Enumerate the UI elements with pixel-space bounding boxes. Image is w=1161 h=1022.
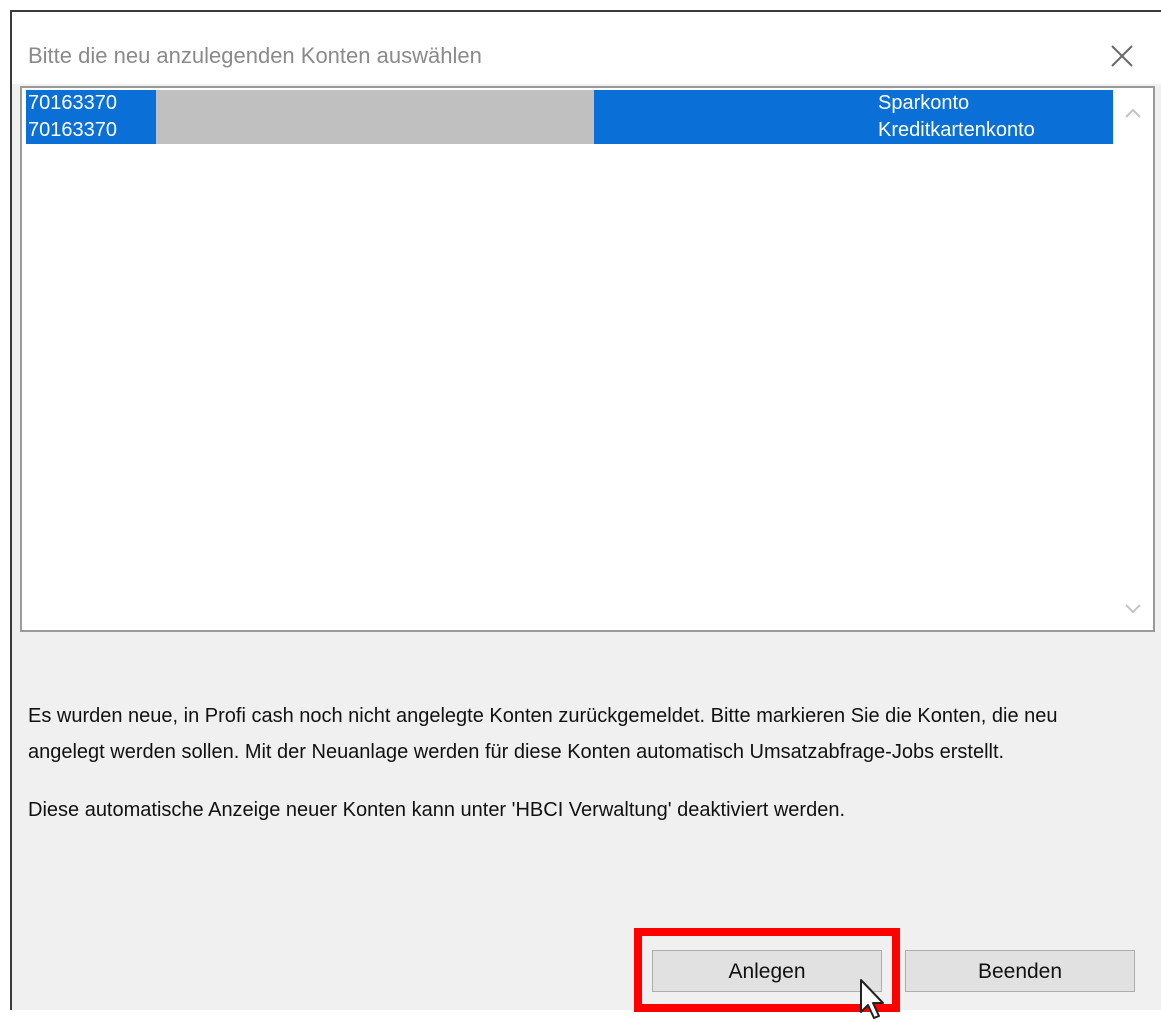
chevron-down-icon[interactable]: [1123, 602, 1143, 616]
vertical-scrollbar[interactable]: [1113, 88, 1153, 630]
list-item[interactable]: 70163370 Sparkonto: [26, 90, 1113, 117]
list-item[interactable]: 70163370 Kreditkartenkonto: [26, 117, 1113, 144]
title-bar: Bitte die neu anzulegenden Konten auswäh…: [12, 12, 1161, 84]
info-paragraph-2: Diese automatische Anzeige neuer Konten …: [28, 799, 846, 821]
account-number: 70163370: [26, 90, 156, 117]
account-selection-dialog: Bitte die neu anzulegenden Konten auswäh…: [10, 10, 1161, 1019]
dialog-title: Bitte die neu anzulegenden Konten auswäh…: [28, 43, 482, 68]
redacted-account-name: [156, 117, 594, 144]
account-type-cell: Sparkonto: [594, 90, 1113, 117]
account-type: Kreditkartenkonto: [878, 119, 1035, 141]
close-icon[interactable]: [1108, 42, 1136, 70]
account-type: Sparkonto: [878, 92, 970, 114]
close-button[interactable]: Beenden: [905, 950, 1135, 992]
info-message: Es wurden neue, in Profi cash noch nicht…: [28, 698, 1138, 828]
info-paragraph-1: Es wurden neue, in Profi cash noch nicht…: [28, 705, 1058, 763]
chevron-up-icon[interactable]: [1123, 106, 1143, 120]
account-type-cell: Kreditkartenkonto: [594, 117, 1113, 144]
account-number: 70163370: [26, 117, 156, 144]
mouse-cursor-icon: [860, 979, 884, 1019]
accounts-listbox[interactable]: 70163370 Sparkonto 70163370 Kreditkarten…: [20, 86, 1155, 632]
redacted-account-name: [156, 90, 594, 117]
